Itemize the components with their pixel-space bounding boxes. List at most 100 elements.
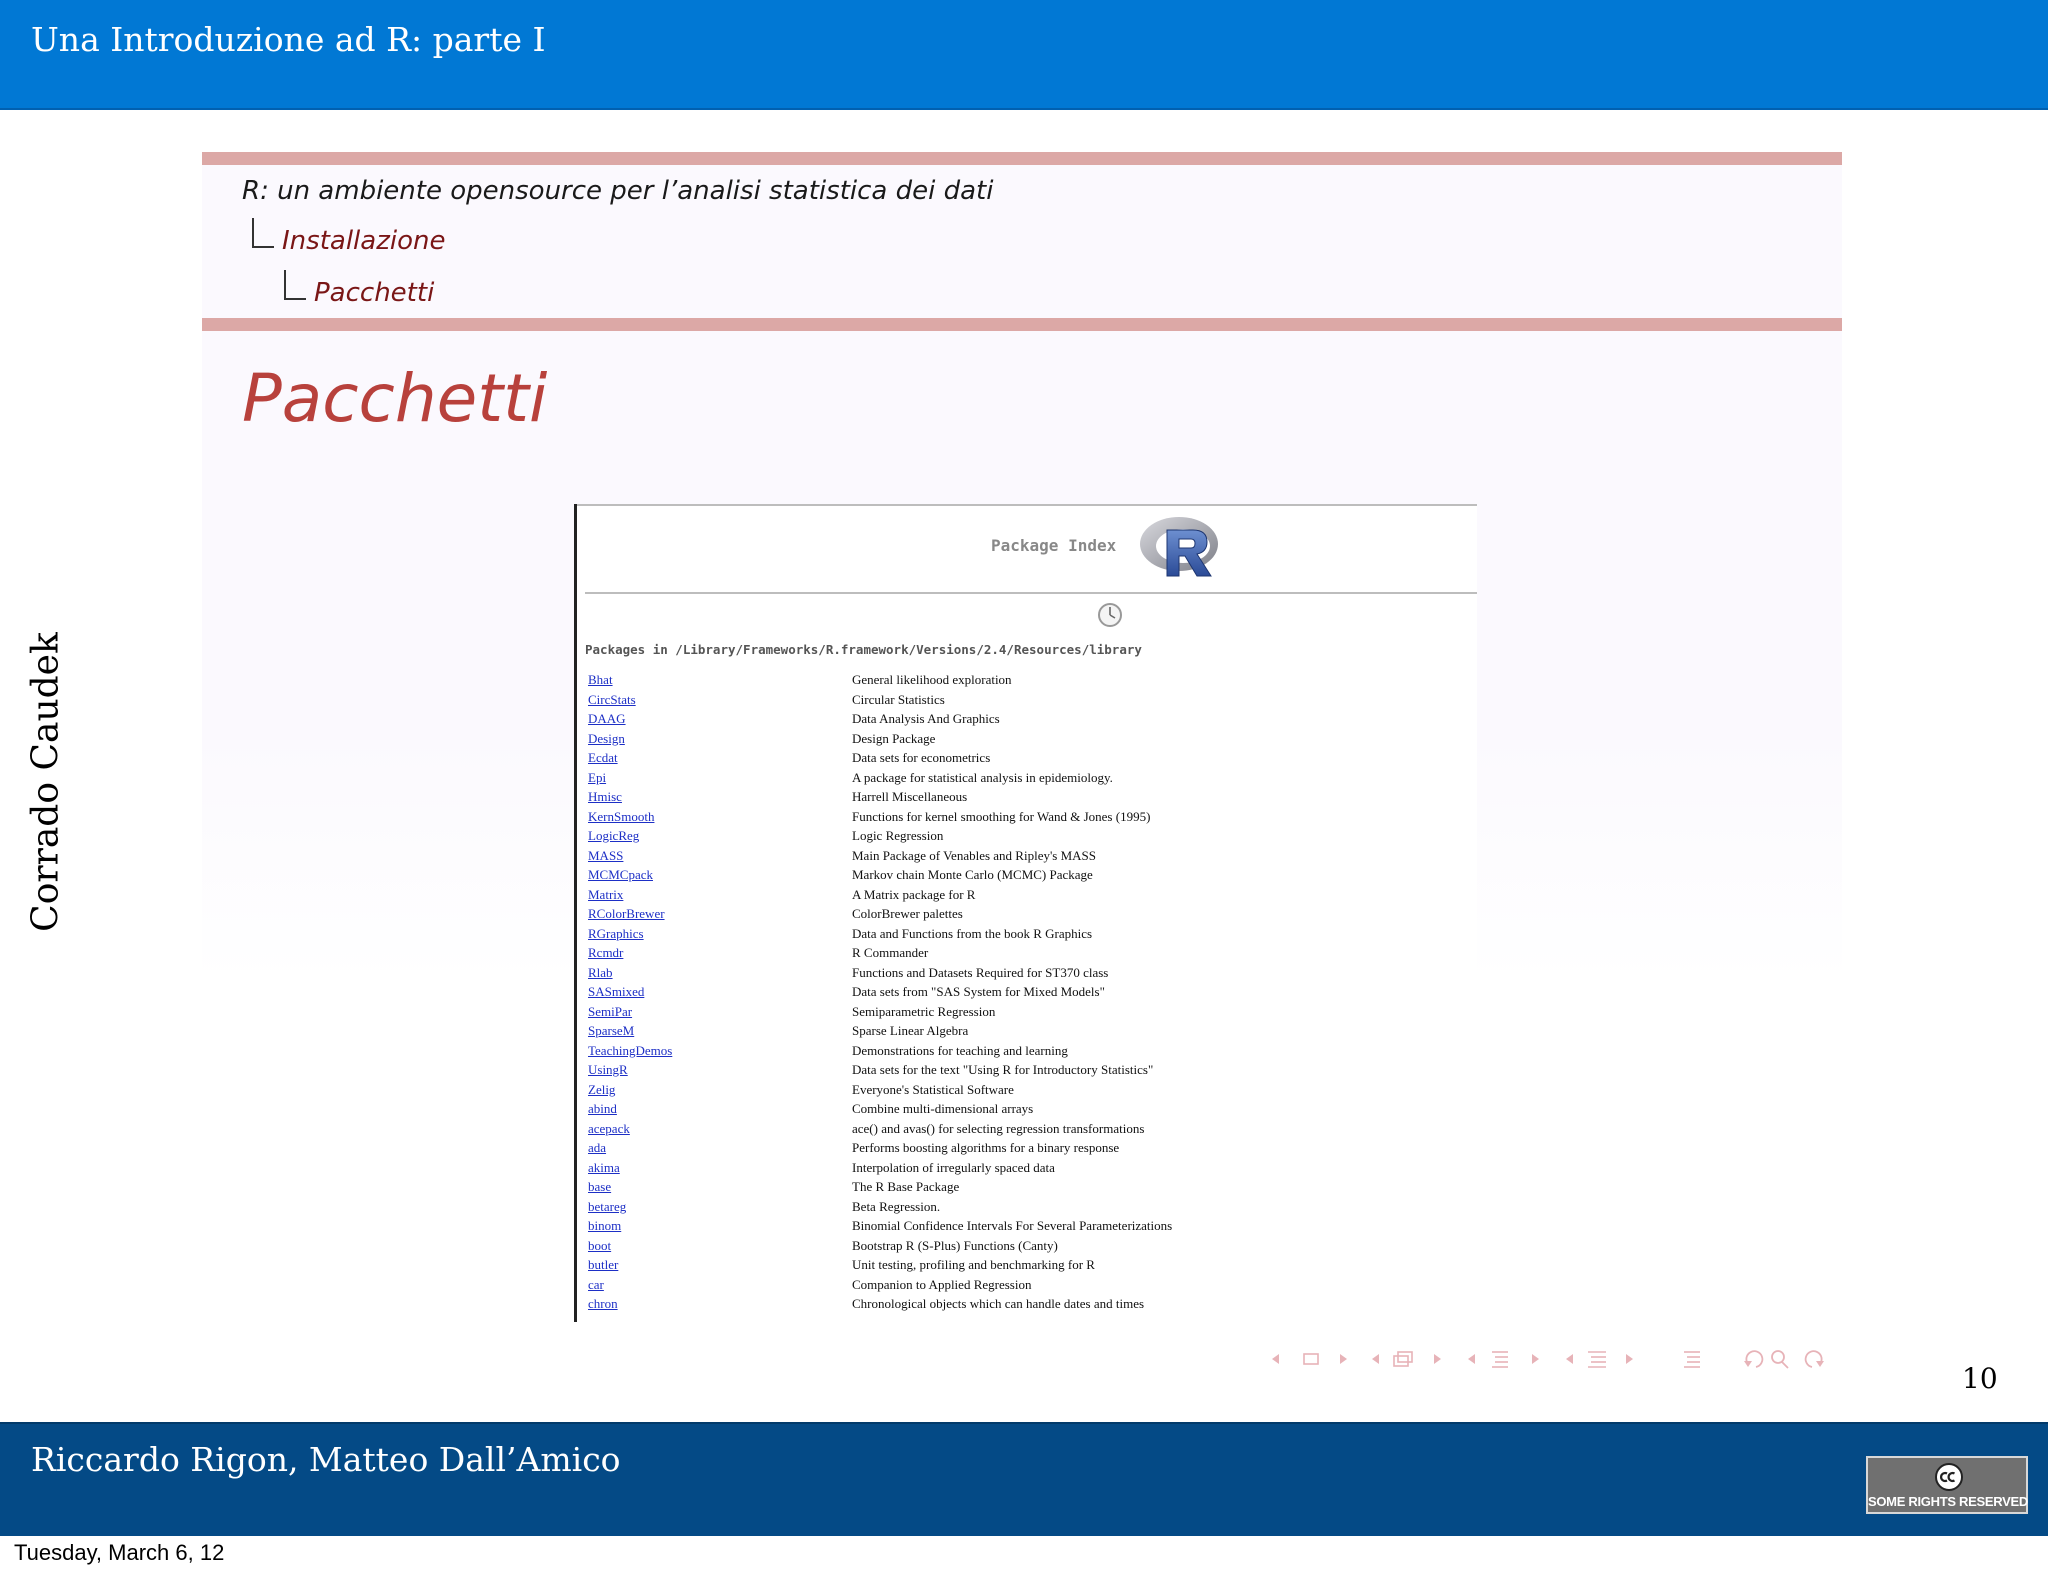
package-description: Harrell Miscellaneous xyxy=(852,789,968,804)
package-link[interactable]: TeachingDemos xyxy=(588,1041,672,1061)
package-row: Ecdat Data sets for econometrics xyxy=(577,748,1477,768)
nav-outline-icon[interactable] xyxy=(1684,1351,1700,1368)
package-link[interactable]: Hmisc xyxy=(588,787,622,807)
package-link[interactable]: Matrix xyxy=(588,885,623,905)
package-row: Rcmdr R Commander xyxy=(577,943,1477,963)
nav-document-icon[interactable] xyxy=(1566,1351,1633,1368)
nav-section-icon[interactable] xyxy=(1468,1351,1539,1368)
package-link[interactable]: car xyxy=(588,1275,604,1295)
package-row: Matrix A Matrix package for R xyxy=(577,885,1477,905)
package-link[interactable]: Rcmdr xyxy=(588,943,623,963)
package-row: Rlab Functions and Datasets Required for … xyxy=(577,963,1477,983)
package-row: car Companion to Applied Regression xyxy=(577,1275,1477,1295)
package-link[interactable]: base xyxy=(588,1177,611,1197)
package-description: Everyone's Statistical Software xyxy=(852,1081,1014,1097)
screenshot-header-border xyxy=(585,592,1477,594)
package-row: Bhat General likelihood exploration xyxy=(577,670,1477,690)
tree-elbow-icon xyxy=(284,270,306,300)
package-description: Semiparametric Regression xyxy=(852,1003,996,1019)
package-description: Markov chain Monte Carlo (MCMC) Package xyxy=(852,867,1093,882)
package-link[interactable]: chron xyxy=(588,1294,618,1314)
package-row: Hmisc Harrell Miscellaneous xyxy=(577,787,1477,807)
cc-license-text: SOME RIGHTS RESERVED xyxy=(1868,1494,2028,1509)
packages-path: Packages in /Library/Frameworks/R.framew… xyxy=(585,642,1142,657)
package-link[interactable]: abind xyxy=(588,1099,617,1119)
package-link[interactable]: DAAG xyxy=(588,709,626,729)
package-description: ace() and avas() for selecting regressio… xyxy=(852,1120,1145,1136)
clock-icon xyxy=(1098,603,1122,627)
package-row: UsingR Data sets for the text "Using R fo… xyxy=(577,1060,1477,1080)
package-link[interactable]: Design xyxy=(588,729,625,749)
breadcrumb-bottom-rule xyxy=(202,318,1842,331)
package-row: chron Chronological objects which can han… xyxy=(577,1294,1477,1314)
package-description: Interpolation of irregularly spaced data xyxy=(852,1159,1055,1175)
package-description: Beta Regression. xyxy=(852,1198,941,1214)
package-row: DAAG Data Analysis And Graphics xyxy=(577,709,1477,729)
package-link[interactable]: ada xyxy=(588,1138,606,1158)
package-row: MCMCpack Markov chain Monte Carlo (MCMC) … xyxy=(577,865,1477,885)
package-link[interactable]: Bhat xyxy=(588,670,613,690)
package-link[interactable]: SASmixed xyxy=(588,982,644,1002)
package-row: SemiPar Semiparametric Regression xyxy=(577,1002,1477,1022)
package-link[interactable]: RColorBrewer xyxy=(588,904,665,924)
package-link[interactable]: Epi xyxy=(588,768,606,788)
page-number: 10 xyxy=(1962,1362,1998,1395)
package-description: Binomial Confidence Intervals For Severa… xyxy=(852,1218,1173,1233)
breadcrumb-subsubsection[interactable]: Pacchetti xyxy=(314,278,434,308)
package-row: CircStats Circular Statistics xyxy=(577,690,1477,710)
creative-commons-icon xyxy=(1935,1463,1963,1491)
package-row: ada Performs boosting algorithms for a bi… xyxy=(577,1138,1477,1158)
package-row: butler Unit testing, profiling and benchm… xyxy=(577,1255,1477,1275)
breadcrumb-top-rule xyxy=(202,152,1842,165)
package-link[interactable]: boot xyxy=(588,1236,611,1256)
package-row: base The R Base Package xyxy=(577,1177,1477,1197)
cc-license-badge[interactable]: SOME RIGHTS RESERVED xyxy=(1866,1456,2028,1514)
footer-authors: Riccardo Rigon, Matteo Dall’Amico xyxy=(31,1440,621,1479)
package-description: Functions for kernel smoothing for Wand … xyxy=(852,808,1151,824)
package-link[interactable]: Ecdat xyxy=(588,748,618,768)
package-description: A Matrix package for R xyxy=(852,886,976,902)
package-row: Zelig Everyone's Statistical Software xyxy=(577,1080,1477,1100)
breadcrumb-section[interactable]: R: un ambiente opensource per l’analisi … xyxy=(242,176,993,206)
package-link[interactable]: SemiPar xyxy=(588,1002,632,1022)
package-description: Circular Statistics xyxy=(852,691,945,707)
package-description: Functions and Datasets Required for ST37… xyxy=(852,964,1109,980)
package-row: RGraphics Data and Functions from the boo… xyxy=(577,924,1477,944)
package-link[interactable]: SparseM xyxy=(588,1021,634,1041)
breadcrumb-subsection[interactable]: Installazione xyxy=(282,226,445,256)
package-description: Bootstrap R (S-Plus) Functions (Canty) xyxy=(852,1237,1058,1253)
package-description: Data sets from "SAS System for Mixed Mod… xyxy=(852,984,1105,999)
package-link[interactable]: MCMCpack xyxy=(588,865,653,885)
nav-subsection-icon[interactable] xyxy=(1372,1351,1441,1367)
package-link[interactable]: UsingR xyxy=(588,1060,628,1080)
header-bar: Una Introduzione ad R: parte I xyxy=(0,0,2048,110)
package-description: Companion to Applied Regression xyxy=(852,1276,1032,1292)
package-link[interactable]: akima xyxy=(588,1158,620,1178)
package-description: Sparse Linear Algebra xyxy=(852,1023,969,1038)
package-description: The R Base Package xyxy=(852,1179,960,1194)
package-row: RColorBrewer ColorBrewer palettes xyxy=(577,904,1477,924)
package-row: Epi A package for statistical analysis in… xyxy=(577,768,1477,788)
package-description: Logic Regression xyxy=(852,828,944,843)
date-stamp: Tuesday, March 6, 12 xyxy=(14,1540,225,1565)
package-link[interactable]: RGraphics xyxy=(588,924,644,944)
package-description: Data sets for the text "Using R for Intr… xyxy=(852,1062,1154,1077)
package-row: acepack ace() and avas() for selecting re… xyxy=(577,1119,1477,1139)
package-index-screenshot: Package Index Packages in /Library/Frame… xyxy=(574,504,1477,1322)
package-description: Design Package xyxy=(852,730,936,746)
package-description: Data Analysis And Graphics xyxy=(852,711,1000,726)
package-link[interactable]: butler xyxy=(588,1255,618,1275)
package-link[interactable]: LogicReg xyxy=(588,826,639,846)
package-link[interactable]: Zelig xyxy=(588,1080,615,1100)
package-row: boot Bootstrap R (S-Plus) Functions (Cant… xyxy=(577,1236,1477,1256)
nav-frame-icon[interactable] xyxy=(1272,1353,1347,1365)
package-description: General likelihood exploration xyxy=(852,672,1012,687)
package-link[interactable]: acepack xyxy=(588,1119,630,1139)
package-link[interactable]: Rlab xyxy=(588,963,613,983)
package-link[interactable]: CircStats xyxy=(588,690,636,710)
nav-back-search-forward-icon[interactable] xyxy=(1744,1350,1824,1369)
package-link[interactable]: binom xyxy=(588,1216,621,1236)
package-link[interactable]: betareg xyxy=(588,1197,626,1217)
package-link[interactable]: KernSmooth xyxy=(588,807,654,827)
package-link[interactable]: MASS xyxy=(588,846,623,866)
